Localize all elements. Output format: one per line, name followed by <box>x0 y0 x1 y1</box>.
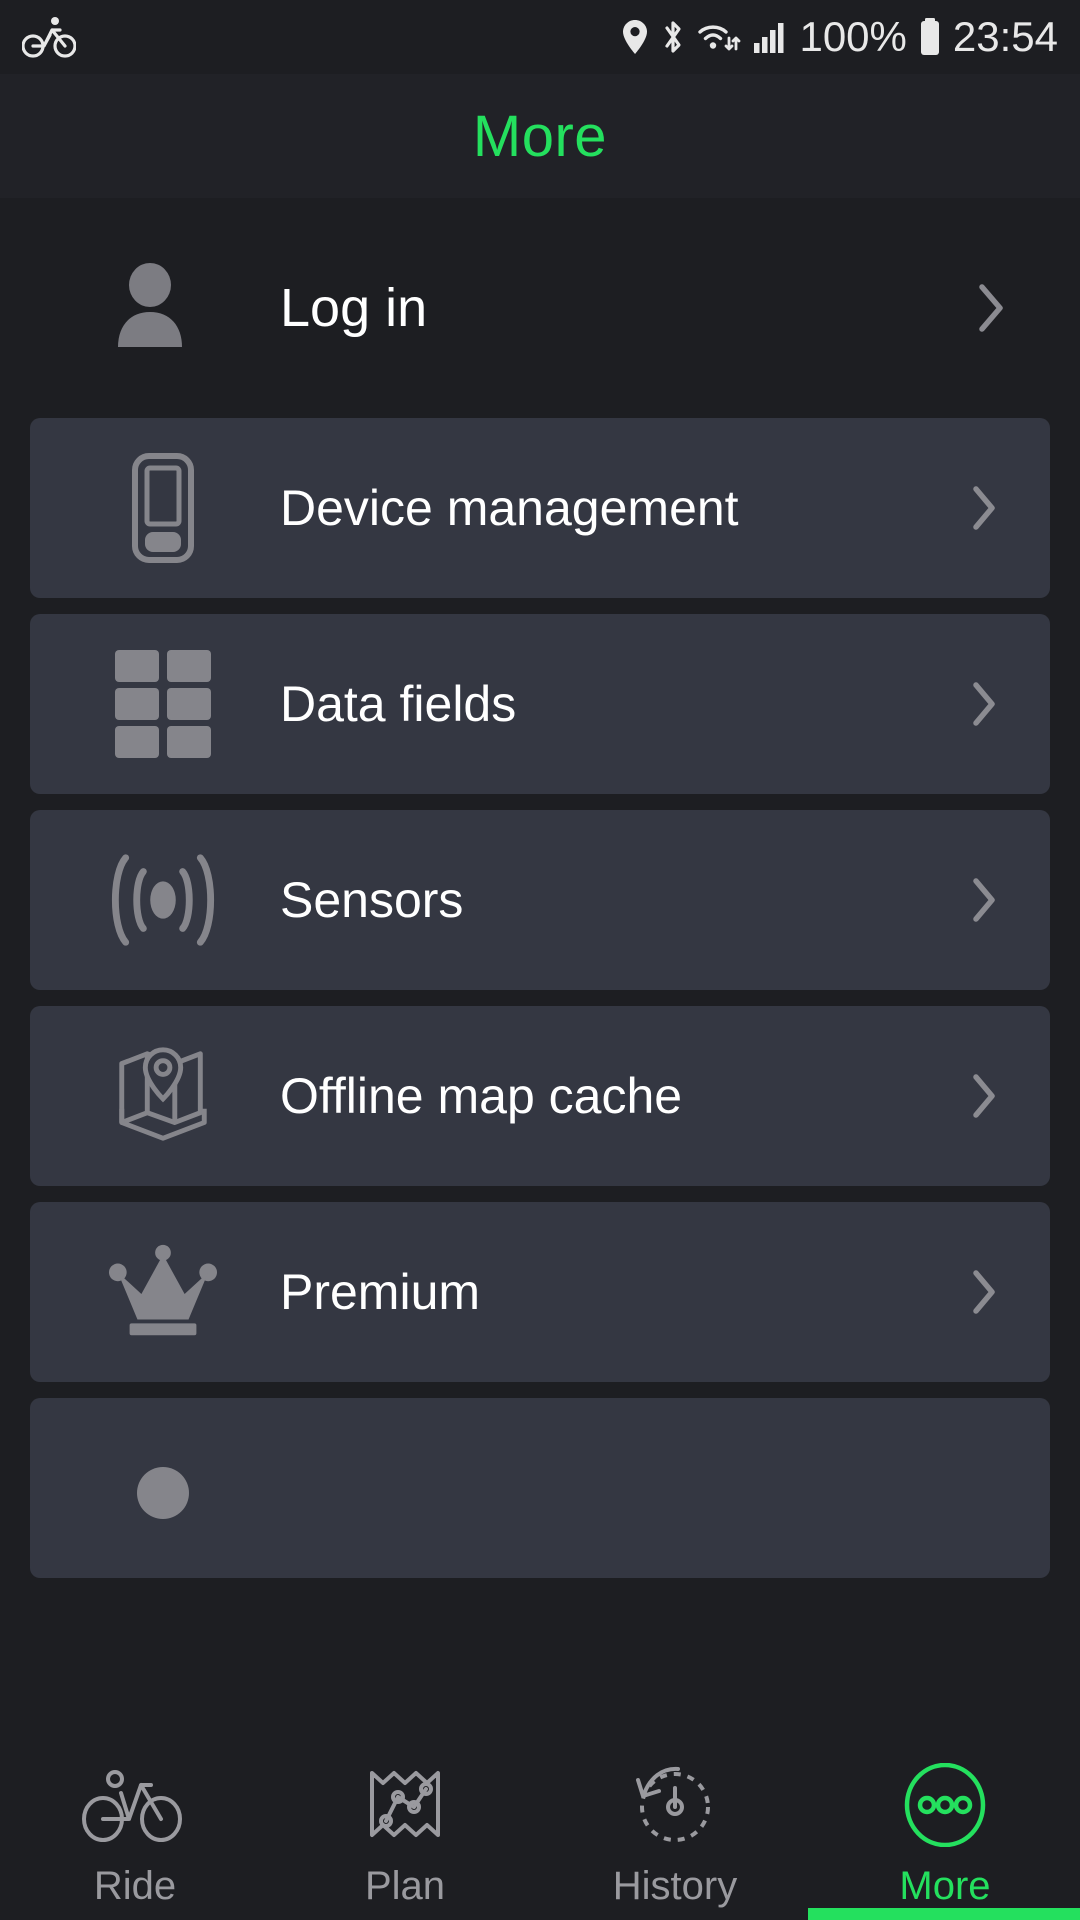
phone-device-icon <box>108 453 218 563</box>
menu-item-label: Device management <box>280 480 739 536</box>
location-pin-icon <box>621 18 649 56</box>
menu-card-list: Device management Data fields Sensors Of… <box>0 418 1080 1578</box>
map-pin-box-icon <box>108 1041 218 1151</box>
bicycle-icon <box>81 1762 189 1848</box>
nav-tab-ride[interactable]: Ride <box>0 1740 270 1909</box>
nav-tab-label: Plan <box>364 1864 446 1908</box>
battery-full-icon <box>918 17 942 57</box>
route-map-icon <box>364 1762 446 1848</box>
app-root: 100% 23:54 More Log in Device management… <box>0 0 1080 1920</box>
status-bar-left <box>22 15 76 59</box>
menu-item-label: Premium <box>280 1264 481 1320</box>
chevron-right-icon <box>970 1072 998 1120</box>
partial-icon <box>108 1433 218 1543</box>
account-login-row[interactable]: Log in <box>0 198 1080 418</box>
chevron-right-icon <box>970 484 998 532</box>
chevron-right-icon <box>970 876 998 924</box>
history-clock-icon <box>630 1762 720 1848</box>
nav-tab-more[interactable]: More <box>810 1740 1080 1909</box>
bottom-navigation: Ride Plan History More <box>0 1740 1080 1920</box>
chevron-right-icon <box>970 680 998 728</box>
page-title: More <box>472 103 608 169</box>
status-bar-right: 100% 23:54 <box>621 16 1058 58</box>
nav-tab-history[interactable]: History <box>540 1740 810 1909</box>
bicycle-icon <box>22 15 76 59</box>
cellular-signal-icon <box>752 18 788 56</box>
nav-tab-label: More <box>899 1864 991 1908</box>
bluetooth-icon <box>660 18 686 56</box>
home-indicator <box>808 1908 1080 1920</box>
nav-tab-plan[interactable]: Plan <box>270 1740 540 1909</box>
chevron-right-icon <box>970 1268 998 1316</box>
menu-item-label: Data fields <box>280 676 517 732</box>
page-header: More <box>0 74 1080 198</box>
menu-item-label: Offline map cache <box>280 1068 683 1124</box>
list-fade-overlay <box>0 1670 1080 1740</box>
status-bar: 100% 23:54 <box>0 0 1080 74</box>
more-dots-circle-icon <box>903 1762 987 1848</box>
clock-label: 23:54 <box>952 13 1058 60</box>
person-icon <box>108 263 192 353</box>
menu-item-offline-map-cache[interactable]: Offline map cache <box>30 1006 1050 1186</box>
account-login-label: Log in <box>280 278 428 338</box>
menu-item-device-management[interactable]: Device management <box>30 418 1050 598</box>
settings-list[interactable]: Log in Device management Data fields Sen… <box>0 198 1080 1740</box>
menu-item-sensors[interactable]: Sensors <box>30 810 1050 990</box>
menu-item-label: Sensors <box>280 872 464 928</box>
nav-tab-label: History <box>612 1864 738 1908</box>
grid-icon <box>108 649 218 759</box>
crown-icon <box>108 1237 218 1347</box>
battery-percent-label: 100% <box>799 13 907 60</box>
nav-tab-label: Ride <box>93 1864 177 1908</box>
menu-item-premium[interactable]: Premium <box>30 1202 1050 1382</box>
wifi-icon <box>697 18 741 56</box>
broadcast-waves-icon <box>108 845 218 955</box>
menu-item-data-fields[interactable]: Data fields <box>30 614 1050 794</box>
menu-item-next-partial[interactable] <box>30 1398 1050 1578</box>
chevron-right-icon <box>976 282 1006 334</box>
